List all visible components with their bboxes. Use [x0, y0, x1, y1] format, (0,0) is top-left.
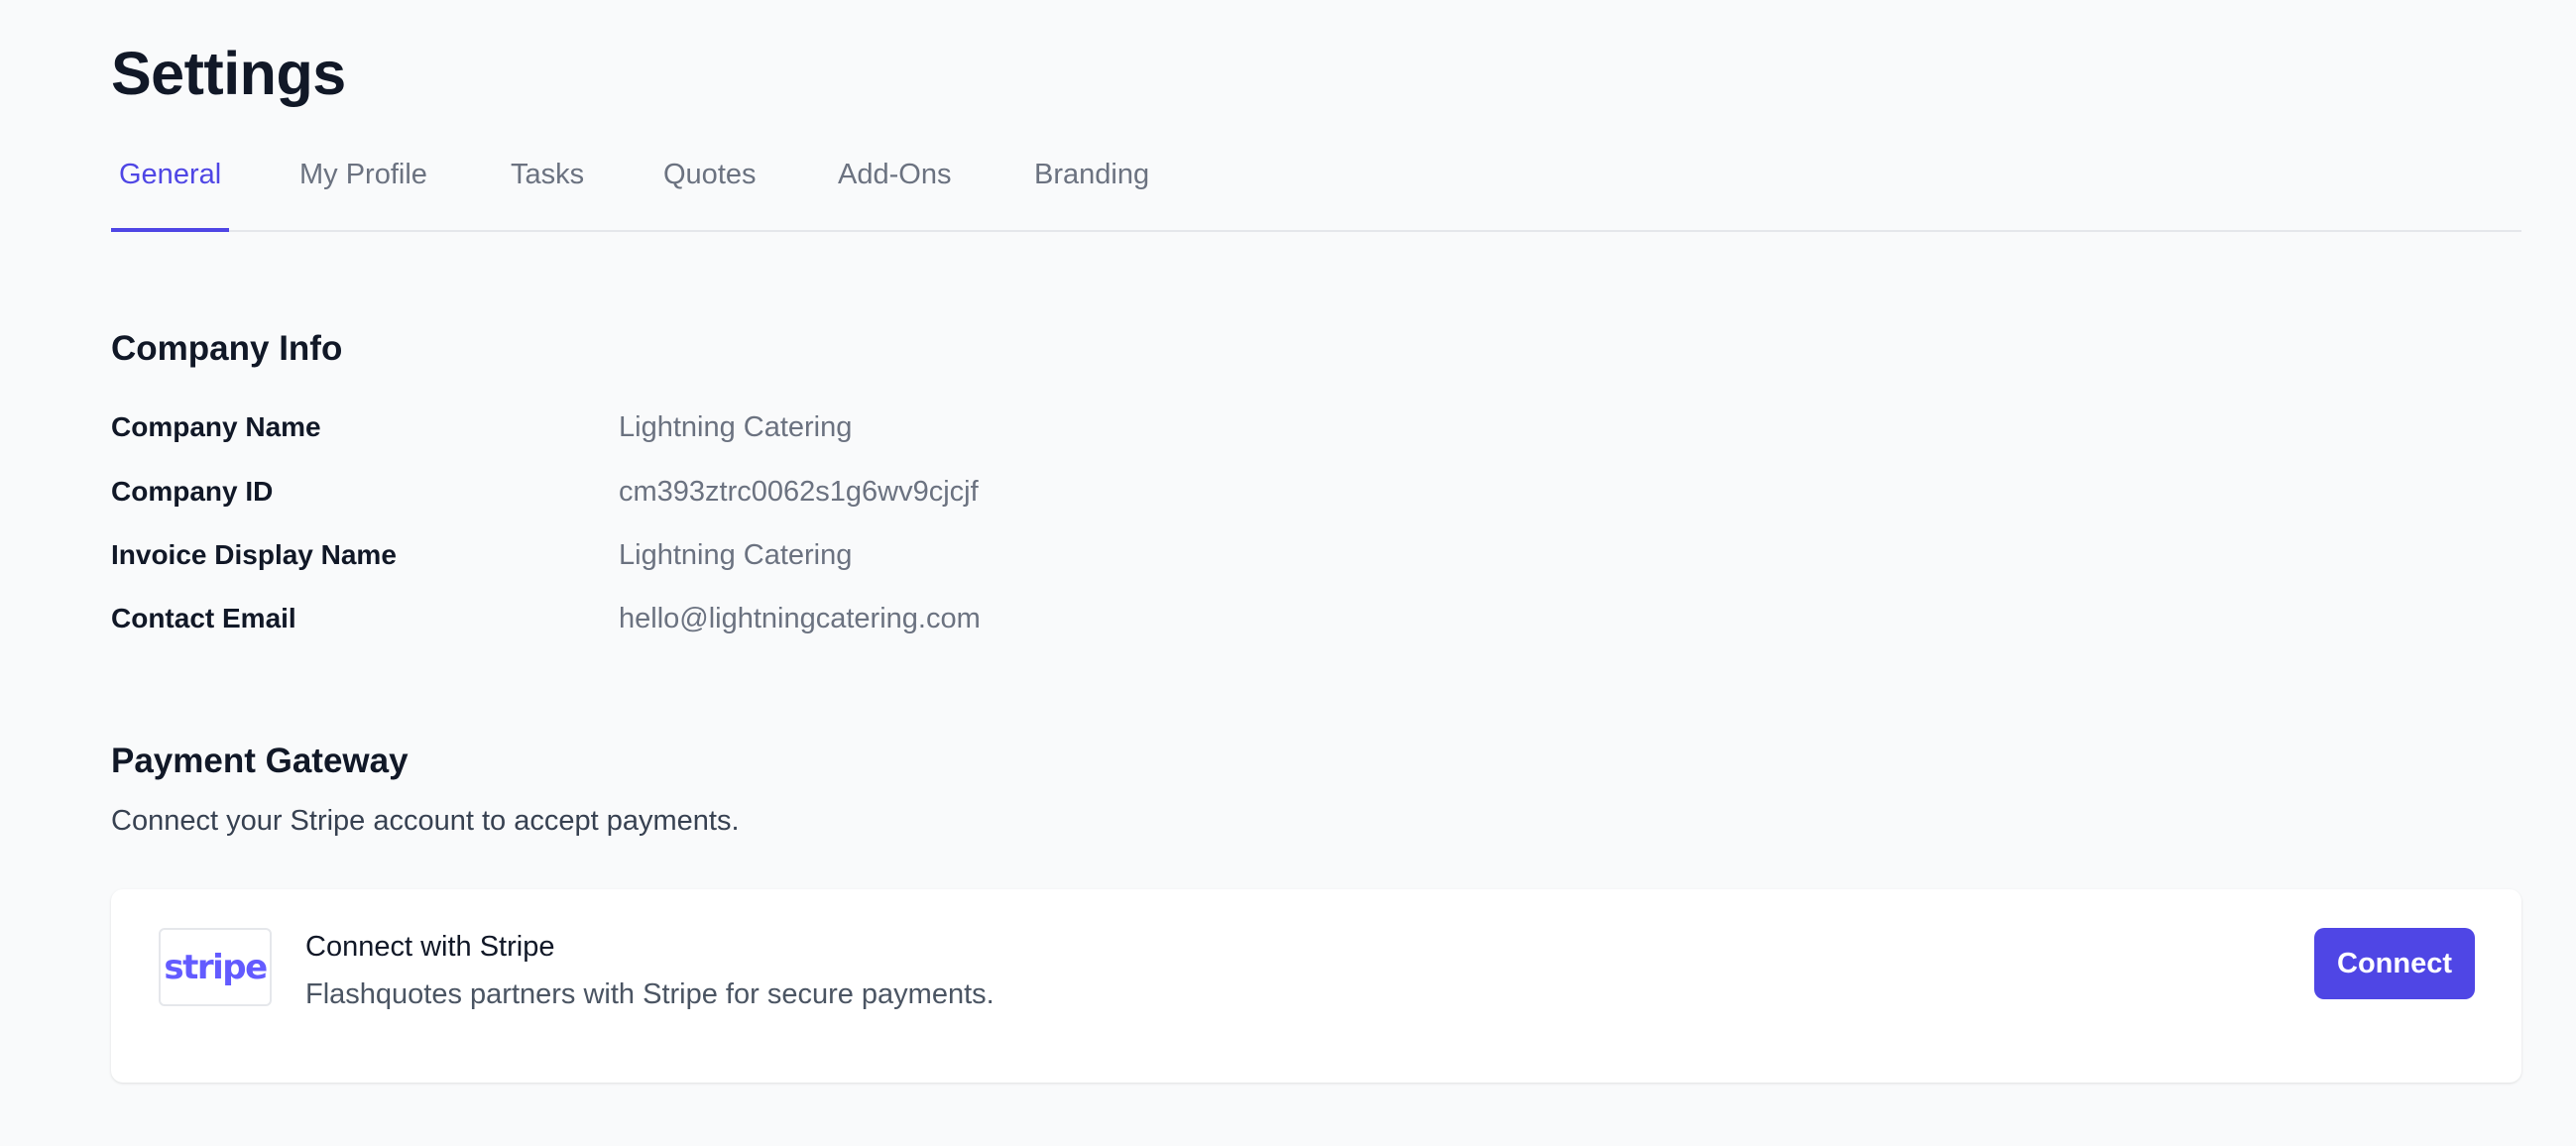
payment-gateway-description: Connect your Stripe account to accept pa…: [111, 805, 740, 837]
stripe-card-subtitle: Flashquotes partners with Stripe for sec…: [305, 978, 995, 1010]
page-title: Settings: [111, 40, 346, 107]
company-info-title: Company Info: [111, 329, 343, 368]
connect-button[interactable]: Connect: [2314, 928, 2475, 999]
info-label: Company Name: [111, 411, 321, 442]
stripe-connect-card: stripe Connect with Stripe Flashquotes p…: [111, 889, 2521, 1083]
tab-add-ons[interactable]: Add-Ons: [838, 139, 951, 228]
payment-gateway-title: Payment Gateway: [111, 742, 409, 780]
info-value: Lightning Catering: [619, 411, 853, 443]
info-value: hello@lightningcatering.com: [619, 603, 981, 634]
stripe-card-title: Connect with Stripe: [305, 931, 555, 963]
info-label: Company ID: [111, 476, 274, 507]
stripe-logo: stripe: [159, 928, 272, 1006]
tab-general[interactable]: General: [111, 139, 230, 232]
info-value: Lightning Catering: [619, 539, 853, 571]
stripe-logo-wordmark: stripe: [164, 947, 268, 987]
settings-tabs: General My Profile Tasks Quotes Add-Ons …: [111, 139, 2521, 232]
tab-branding[interactable]: Branding: [1034, 139, 1149, 228]
info-value: cm393ztrc0062s1g6wv9cjcjf: [619, 476, 979, 508]
info-label: Contact Email: [111, 603, 296, 633]
tab-tasks[interactable]: Tasks: [511, 139, 584, 228]
tab-quotes[interactable]: Quotes: [663, 139, 757, 228]
tab-my-profile[interactable]: My Profile: [299, 139, 427, 228]
info-label: Invoice Display Name: [111, 539, 397, 570]
